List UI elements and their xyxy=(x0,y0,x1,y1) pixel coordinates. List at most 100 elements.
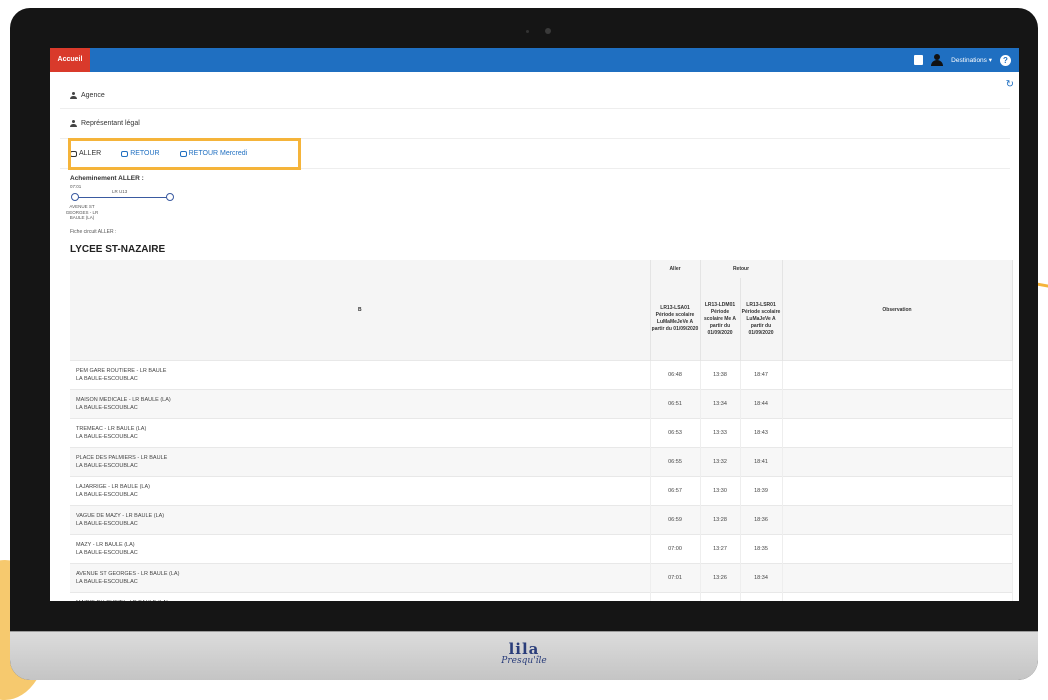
stop-city: LA BAULE-ESCOUBLAC xyxy=(76,405,138,411)
home-button[interactable]: Accueil xyxy=(50,48,90,72)
acheminement-stop: AVENUE ST GEORGES - LR BAULE (LA) xyxy=(65,204,99,220)
table-row: PEM GARE ROUTIERE - LR BAULE LA BAULE-ESC… xyxy=(70,360,1013,390)
aller-group-header: Aller xyxy=(650,260,701,278)
time-cell-me: 13:28 xyxy=(700,505,741,535)
user-icon xyxy=(70,92,77,99)
top-navbar: Accueil Destinations ▾ ? xyxy=(50,48,1019,72)
observation-cell xyxy=(782,389,1013,419)
representant-row[interactable]: Représentant légal xyxy=(70,120,140,127)
tab-highlight-callout xyxy=(68,138,301,170)
brand-tagline: Presqu'île xyxy=(501,656,547,666)
laptop-frame: Accueil Destinations ▾ ? ↻ Agence Représ… xyxy=(10,8,1038,680)
stop-cell: MAISON MEDICALE - LR BAULE (LA) LA BAULE-… xyxy=(70,389,651,419)
brand-name: lila xyxy=(508,640,540,658)
time-cell-lv: 18:47 xyxy=(740,360,783,390)
stop-cell: TREMEAC - LR BAULE (LA) LA BAULE-ESCOUBLA… xyxy=(70,418,651,448)
fiche-circuit-label: Fiche circuit ALLER : xyxy=(70,229,117,235)
user-avatar-icon[interactable] xyxy=(931,54,944,66)
stop-name: AVENUE ST GEORGES - LR BAULE (LA) xyxy=(76,571,180,577)
time-cell-me: 13:30 xyxy=(700,476,741,506)
app-screen: Accueil Destinations ▾ ? ↻ Agence Représ… xyxy=(50,48,1019,601)
stop-cell: LAJARRIGE - LR BAULE (LA) LA BAULE-ESCOUB… xyxy=(70,476,651,506)
time-cell-me: 13:33 xyxy=(700,418,741,448)
retour-lv-column-header: LR13-LSR01 Période scolaire LuMaJeVe A p… xyxy=(740,278,783,361)
stop-city: LA BAULE-ESCOUBLAC xyxy=(76,376,138,382)
time-cell-lv: 18:44 xyxy=(740,389,783,419)
time-cell-aller: 06:57 xyxy=(650,476,701,506)
time-cell-me: 13:34 xyxy=(700,389,741,419)
time-cell-lv: 18:43 xyxy=(740,418,783,448)
time-cell-me: 13:32 xyxy=(700,447,741,477)
time-cell-aller: 06:59 xyxy=(650,505,701,535)
observation-cell xyxy=(782,505,1013,535)
stop-city: LA BAULE-ESCOUBLAC xyxy=(76,434,138,440)
table-row: MAISON MEDICALE - LR BAULE (LA) LA BAULE-… xyxy=(70,389,1013,419)
user-icon xyxy=(70,120,77,127)
observation-cell xyxy=(782,563,1013,593)
destinations-menu[interactable]: Destinations ▾ xyxy=(951,56,992,64)
table-row: VAGUE DE MAZY - LR BAULE (LA) LA BAULE-ES… xyxy=(70,505,1013,535)
time-cell-aller: 07:00 xyxy=(650,534,701,564)
route-end-node xyxy=(166,193,174,201)
schedule-table: B Aller Retour Observation LR13-LSA01 Pé… xyxy=(70,260,1013,601)
retour-group-header: Retour xyxy=(700,260,783,278)
observation-cell xyxy=(782,418,1013,448)
acheminement-time: 07:01 xyxy=(70,184,82,189)
time-cell-aller: 06:53 xyxy=(650,418,701,448)
table-row: LAJARRIGE - LR BAULE (LA) LA BAULE-ESCOUB… xyxy=(70,476,1013,506)
time-cell-lv: 18:35 xyxy=(740,534,783,564)
stop-name: LAJARRIGE - LR BAULE (LA) xyxy=(76,484,150,490)
stop-cell: VAGUE DE MAZY - LR BAULE (LA) LA BAULE-ES… xyxy=(70,505,651,535)
acheminement-line: LR U13 xyxy=(112,189,128,194)
time-cell-me: 13:25 xyxy=(700,592,741,601)
route-track xyxy=(74,197,170,198)
stop-name: PLACE DES PALMIERS - LR BAULE xyxy=(76,455,168,461)
time-cell-lv: 18:33 xyxy=(740,592,783,601)
stop-name: MAZY - LR BAULE (LA) xyxy=(76,542,135,548)
stop-cell: MAIRIE DU GUEZY - LR BAULE (LA)LA BAULE-… xyxy=(70,592,651,601)
stop-cell: AVENUE ST GEORGES - LR BAULE (LA) LA BAUL… xyxy=(70,563,651,593)
table-row: PLACE DES PALMIERS - LR BAULE LA BAULE-ES… xyxy=(70,447,1013,477)
observation-column-header: Observation xyxy=(782,260,1013,361)
stop-name: MAISON MEDICALE - LR BAULE (LA) xyxy=(76,397,171,403)
time-cell-aller: 06:55 xyxy=(650,447,701,477)
observation-cell xyxy=(782,447,1013,477)
stop-cell: PEM GARE ROUTIERE - LR BAULE LA BAULE-ESC… xyxy=(70,360,651,390)
stop-name: MAIRIE DU GUEZY - LR BAULE (LA) xyxy=(76,599,649,601)
document-icon[interactable] xyxy=(914,55,924,65)
brand-logo: lila Presqu'île xyxy=(10,640,1038,667)
time-cell-aller: 07:01 xyxy=(650,563,701,593)
table-row: MAZY - LR BAULE (LA) LA BAULE-ESCOUBLAC 07… xyxy=(70,534,1013,564)
time-cell-aller: 06:51 xyxy=(650,389,701,419)
stop-name: VAGUE DE MAZY - LR BAULE (LA) xyxy=(76,513,165,519)
stop-city: LA BAULE-ESCOUBLAC xyxy=(76,463,138,469)
divider xyxy=(60,108,1010,109)
time-cell-me: 13:27 xyxy=(700,534,741,564)
time-cell-lv: 18:36 xyxy=(740,505,783,535)
table-row: AVENUE ST GEORGES - LR BAULE (LA) LA BAUL… xyxy=(70,563,1013,593)
refresh-icon[interactable]: ↻ xyxy=(1006,79,1014,90)
observation-cell xyxy=(782,360,1013,390)
stop-city: LA BAULE-ESCOUBLAC xyxy=(76,579,138,585)
aller-column-header: LR13-LSA01 Période scolaire LuMaMeJeVe A… xyxy=(650,278,701,361)
agence-row[interactable]: Agence xyxy=(70,92,105,99)
laptop-chin: lila Presqu'île xyxy=(10,631,1038,680)
time-cell-aller: 06:48 xyxy=(650,360,701,390)
time-cell-me: 13:38 xyxy=(700,360,741,390)
stop-name: TREMEAC - LR BAULE (LA) xyxy=(76,426,147,432)
time-cell-aller: 07:02 xyxy=(650,592,701,601)
acheminement-title: Acheminement ALLER : xyxy=(70,175,144,182)
retour-me-column-header: LR13-LDM01 Période scolaire Me A partir … xyxy=(700,278,741,361)
time-cell-me: 13:26 xyxy=(700,563,741,593)
stop-column-header[interactable]: B xyxy=(70,260,651,361)
stop-city: LA BAULE-ESCOUBLAC xyxy=(76,492,138,498)
observation-cell xyxy=(782,534,1013,564)
stop-name: PEM GARE ROUTIERE - LR BAULE xyxy=(76,368,167,374)
stop-cell: MAZY - LR BAULE (LA) LA BAULE-ESCOUBLAC xyxy=(70,534,651,564)
observation-cell xyxy=(782,476,1013,506)
stop-city: LA BAULE-ESCOUBLAC xyxy=(76,521,138,527)
help-icon[interactable]: ? xyxy=(1000,54,1011,66)
school-title: LYCEE ST-NAZAIRE xyxy=(70,244,166,255)
observation-cell xyxy=(782,592,1013,601)
route-start-node xyxy=(71,193,79,201)
